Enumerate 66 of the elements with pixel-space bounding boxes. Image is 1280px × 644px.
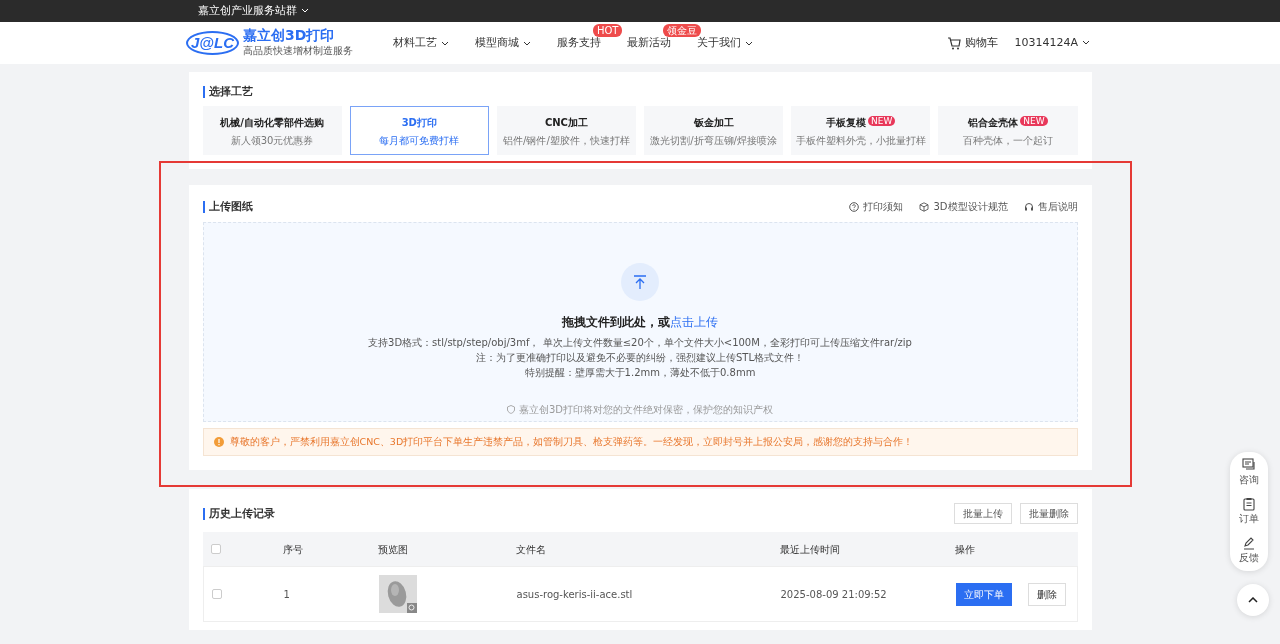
nav-badge: 领金豆: [662, 23, 701, 37]
process-tile[interactable]: 钣金加工 激光切割/折弯压铆/焊接喷涂: [644, 106, 784, 155]
process-tile[interactable]: 手板复模 NEW 手板件塑料外壳，小批量打样: [791, 106, 931, 155]
chevron-down-icon: [301, 8, 309, 14]
nav-badge: HOT: [592, 23, 623, 37]
logo-title: 嘉立创3D打印: [242, 28, 336, 43]
process-tile[interactable]: CNC加工 铝件/钢件/塑胶件，快速打样: [496, 106, 636, 155]
warning-text: 尊敬的客户，严禁利用嘉立创CNC、3D打印平台下单生产违禁产品，如管制刀具、枪支弹药等。一经发现，立即封号并上报公安局，感谢您的支持与合作！: [229, 435, 914, 449]
clipboard-icon[interactable]: [1242, 497, 1256, 511]
nav-item[interactable]: 关于我们: [696, 34, 741, 52]
order-button[interactable]: 立即下单: [955, 582, 1012, 606]
column-header: 文件名: [515, 542, 547, 557]
column-header: 最近上传时间: [779, 542, 841, 557]
pen-icon[interactable]: [1242, 536, 1256, 550]
table-cell-text: asus-rog-keris-ii-ace.stl: [516, 587, 634, 602]
side-panel-label[interactable]: 咨询: [1239, 472, 1259, 487]
column-header: 预览图: [377, 542, 409, 557]
back-to-top-button[interactable]: [1237, 584, 1269, 616]
upload-note: 支持3D格式：stl/stp/step/obj/3mf， 单次上传文件数量≤20个，单个文件大小<100M，全彩打印可上传压缩文件rar/zip: [368, 336, 912, 350]
section-title: 选择工艺: [202, 86, 1078, 98]
process-tile[interactable]: 3D打印 每月都可免费打样: [349, 106, 489, 155]
nav-item[interactable]: 最新活动: [626, 34, 671, 52]
logo-mark: J@LC: [186, 31, 239, 55]
chat-icon[interactable]: [1242, 458, 1256, 472]
table-cell-text: 2025-08-09 21:09:52: [780, 587, 888, 602]
drop-instruction: 拖拽文件到此处，或点击上传: [562, 314, 718, 331]
help-link[interactable]: 售后说明: [1037, 199, 1078, 214]
new-badge: NEW: [1020, 116, 1048, 126]
batch-button[interactable]: 批量删除: [1019, 503, 1078, 525]
user-menu[interactable]: 10314124A: [1014, 34, 1090, 52]
batch-button[interactable]: 批量上传: [953, 503, 1012, 525]
help-link[interactable]: 3D模型设计规范: [933, 199, 1008, 214]
new-badge: NEW: [868, 116, 896, 126]
upload-link[interactable]: 点击上传: [670, 315, 718, 329]
side-panel-label[interactable]: 反馈: [1239, 550, 1259, 565]
drop-zone[interactable]: 拖拽文件到此处，或点击上传 支持3D格式：stl/stp/step/obj/3mf， 单次上传文件数量≤20个，单个文件大小<100M，全彩打印可上传压缩文件rar/zip 注：为了更准确打印以及避免不必要的纠纷，强烈建议上传STL格式文件！ 特别提醒：壁厚需大于1.2mm，薄处不低于0.8mm 嘉立创3D打印将对您的文件绝对保密，保护您的知识产权: [202, 222, 1078, 422]
cart-icon[interactable]: [947, 36, 962, 50]
nav-item[interactable]: 材料工艺: [392, 34, 437, 52]
help-icon: [849, 201, 860, 212]
headset-icon: [1023, 201, 1034, 212]
side-panel-label[interactable]: 订单: [1239, 511, 1259, 526]
upload-note: 注：为了更准确打印以及避免不必要的纠纷，强烈建议上传STL格式文件！: [475, 351, 805, 365]
warning-icon: [213, 437, 224, 448]
table-cell-text: 1: [283, 587, 291, 602]
upload-icon: [621, 263, 659, 301]
nav-item[interactable]: 模型商城: [474, 34, 519, 52]
privacy-note: 嘉立创3D打印将对您的文件绝对保密，保护您的知识产权: [518, 403, 774, 417]
upload-note: 特别提醒：壁厚需大于1.2mm，薄处不低于0.8mm: [523, 366, 757, 380]
row-checkbox[interactable]: [211, 589, 222, 600]
delete-button[interactable]: 删除: [1027, 582, 1066, 606]
caret-icon: [1248, 597, 1258, 603]
process-tile[interactable]: 铝合金壳体 NEW 百种壳体，一个起订: [938, 106, 1078, 155]
column-header: 操作: [954, 542, 976, 557]
logo-subtitle: 高品质快速增材制造服务: [242, 44, 353, 58]
site-group-menu[interactable]: 嘉立创产业服务站群: [198, 2, 309, 20]
section-title: 历史上传记录: [202, 507, 275, 520]
process-tile[interactable]: 机械/自动化零部件选购 新人领30元优惠券: [202, 106, 342, 155]
cube-icon: [919, 201, 930, 212]
shield-icon: [506, 405, 515, 414]
nav-item[interactable]: 服务支持: [556, 34, 601, 52]
cart-link[interactable]: 购物车: [965, 34, 999, 52]
select-all-checkbox[interactable]: [210, 544, 221, 555]
column-header: 序号: [282, 542, 304, 557]
chevron-down-icon: [1082, 40, 1090, 46]
help-link[interactable]: 打印须知: [863, 199, 904, 214]
section-title: 上传图纸: [202, 200, 253, 213]
